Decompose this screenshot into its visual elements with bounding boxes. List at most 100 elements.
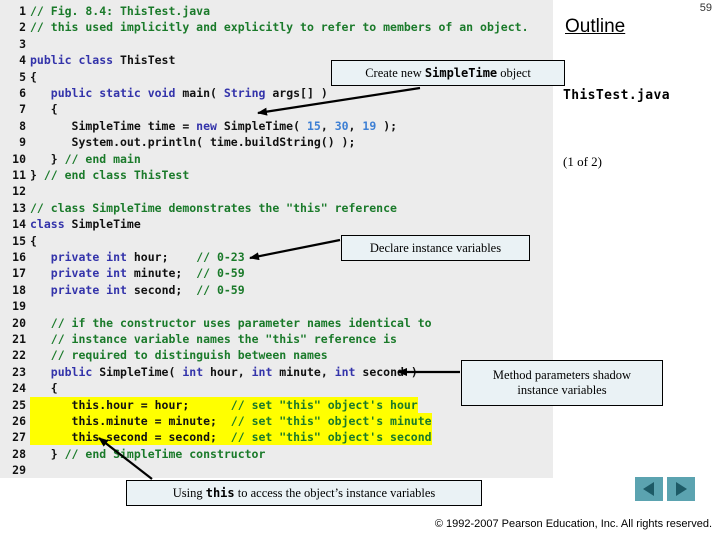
code-line-number: 26 — [12, 414, 26, 428]
callout-using-text: Using this to access the object’s instan… — [173, 486, 436, 501]
code-token: 30 — [334, 118, 349, 133]
code-token: hour, — [210, 364, 252, 379]
code-token: new — [196, 118, 224, 133]
code-token: this.second = second; — [30, 430, 231, 445]
code-line-text: SimpleTime time = new SimpleTime( 15, 30… — [30, 118, 398, 134]
triangle-right-icon — [676, 482, 687, 496]
code-token: // required to distinguish between names — [50, 348, 328, 363]
code-token: SimpleTime( — [223, 118, 307, 133]
code-token: // 0-23 — [196, 250, 245, 264]
code-token: this.hour = hour; — [30, 397, 231, 412]
code-line-number: 10 — [12, 151, 26, 166]
callout-shadow-line2: instance variables — [517, 383, 607, 397]
code-line-number: 17 — [12, 266, 26, 281]
code-line-text: // required to distinguish between names — [30, 347, 328, 363]
outline-heading: Outline — [565, 16, 626, 37]
code-token: // this used implicitly and explicitly t… — [30, 20, 529, 35]
code-line-text: } // end main — [30, 151, 141, 167]
code-token: // set "this" object's second — [230, 430, 432, 445]
code-line-text: public class ThisTest — [30, 52, 175, 68]
code-token: public — [50, 364, 100, 379]
code-token: second ) — [362, 364, 418, 379]
code-line-number: 24 — [12, 381, 26, 396]
triangle-left-icon — [643, 482, 654, 496]
code-token: { — [30, 381, 58, 396]
code-line-text: private int hour; // 0-23 — [30, 249, 245, 265]
callout-shadow-line1: Method parameters shadow — [492, 368, 632, 382]
code-token: private int — [50, 250, 134, 264]
code-line-text: private int minute; // 0-59 — [30, 265, 245, 281]
code-token: { — [30, 69, 37, 84]
code-line-text: private int second; // 0-59 — [30, 282, 245, 298]
code-line-number: 7 — [19, 102, 26, 117]
next-slide-button[interactable] — [667, 477, 695, 501]
code-line-text: this.minute = minute; // set "this" obje… — [30, 413, 432, 429]
code-token: , — [320, 118, 335, 133]
code-token: SimpleTime( — [99, 364, 183, 379]
code-line-number: 20 — [12, 315, 26, 330]
outline-file-name: ThisTest.java — [563, 88, 670, 103]
code-line-text: this.second = second; // set "this" obje… — [30, 429, 432, 446]
callout-plain-text: Using — [172, 485, 206, 500]
code-token: minute, — [279, 364, 335, 379]
code-line-text: // Fig. 8.4: ThisTest.java — [30, 3, 210, 19]
code-token: ThisTest — [120, 53, 176, 68]
callout-using-this: Using this to access the object’s instan… — [126, 480, 482, 506]
copyright-footer: © 1992-2007 Pearson Education, Inc. All … — [434, 518, 712, 530]
code-token: } — [30, 446, 65, 461]
code-token: 19 — [362, 118, 377, 133]
code-line-number: 3 — [19, 36, 26, 51]
code-line-text: { — [30, 380, 58, 396]
code-token: // if the constructor uses parameter nam… — [50, 315, 432, 330]
callout-method-parameters-shadow: Method parameters shadow instance variab… — [461, 360, 663, 406]
code-token: { — [30, 233, 37, 248]
code-line-number: 28 — [12, 446, 26, 461]
callout-declare-instance-variables: Declare instance variables — [341, 235, 530, 261]
code-token: class — [30, 217, 72, 232]
code-token: // 0-59 — [196, 282, 245, 297]
code-token: // set "this" object's hour — [230, 397, 418, 412]
code-token: } — [30, 151, 65, 166]
code-line-text: { — [30, 101, 58, 117]
code-line-text: public SimpleTime( int hour, int minute,… — [30, 364, 418, 380]
code-line-number: 12 — [12, 184, 26, 199]
code-token: } — [30, 168, 44, 182]
callout-shadow-text: Method parameters shadow instance variab… — [493, 368, 631, 398]
code-line-text: { — [30, 69, 37, 85]
callout-code-term: SimpleTime — [424, 65, 498, 80]
code-line-text: // class SimpleTime demonstrates the "th… — [30, 200, 397, 216]
code-line-number: 16 — [12, 250, 26, 264]
code-token: public class — [30, 53, 121, 68]
code-token: , — [348, 118, 363, 133]
code-line-number: 15 — [12, 233, 26, 248]
code-token: int — [251, 364, 280, 379]
callout-create-object: Create new SimpleTime object — [331, 60, 565, 86]
code-token: // set "this" object's minute — [230, 414, 432, 428]
code-line-number: 11 — [12, 168, 26, 182]
code-token: // Fig. 8.4: ThisTest.java — [30, 4, 211, 18]
callout-plain-text: object — [497, 65, 531, 80]
code-token: System.out.println( time.buildString() )… — [30, 135, 356, 150]
code-token: // 0-59 — [196, 266, 245, 281]
code-line-text: public static void main( String args[] ) — [30, 85, 328, 101]
code-line-number: 14 — [12, 217, 26, 232]
code-token: this.minute = minute; — [30, 414, 231, 428]
code-line-number: 8 — [19, 118, 26, 133]
code-token: SimpleTime — [71, 217, 141, 232]
code-token: String — [223, 86, 266, 100]
code-token: // end class ThisTest — [43, 168, 190, 182]
code-line-number: 22 — [12, 348, 26, 363]
previous-slide-button[interactable] — [635, 477, 663, 501]
code-line-number: 23 — [12, 364, 26, 379]
code-line-text: // instance variable names the "this" re… — [30, 331, 397, 347]
page-number: 59 — [699, 2, 712, 14]
code-line-text: class SimpleTime — [30, 216, 141, 232]
code-token: int — [182, 364, 211, 379]
